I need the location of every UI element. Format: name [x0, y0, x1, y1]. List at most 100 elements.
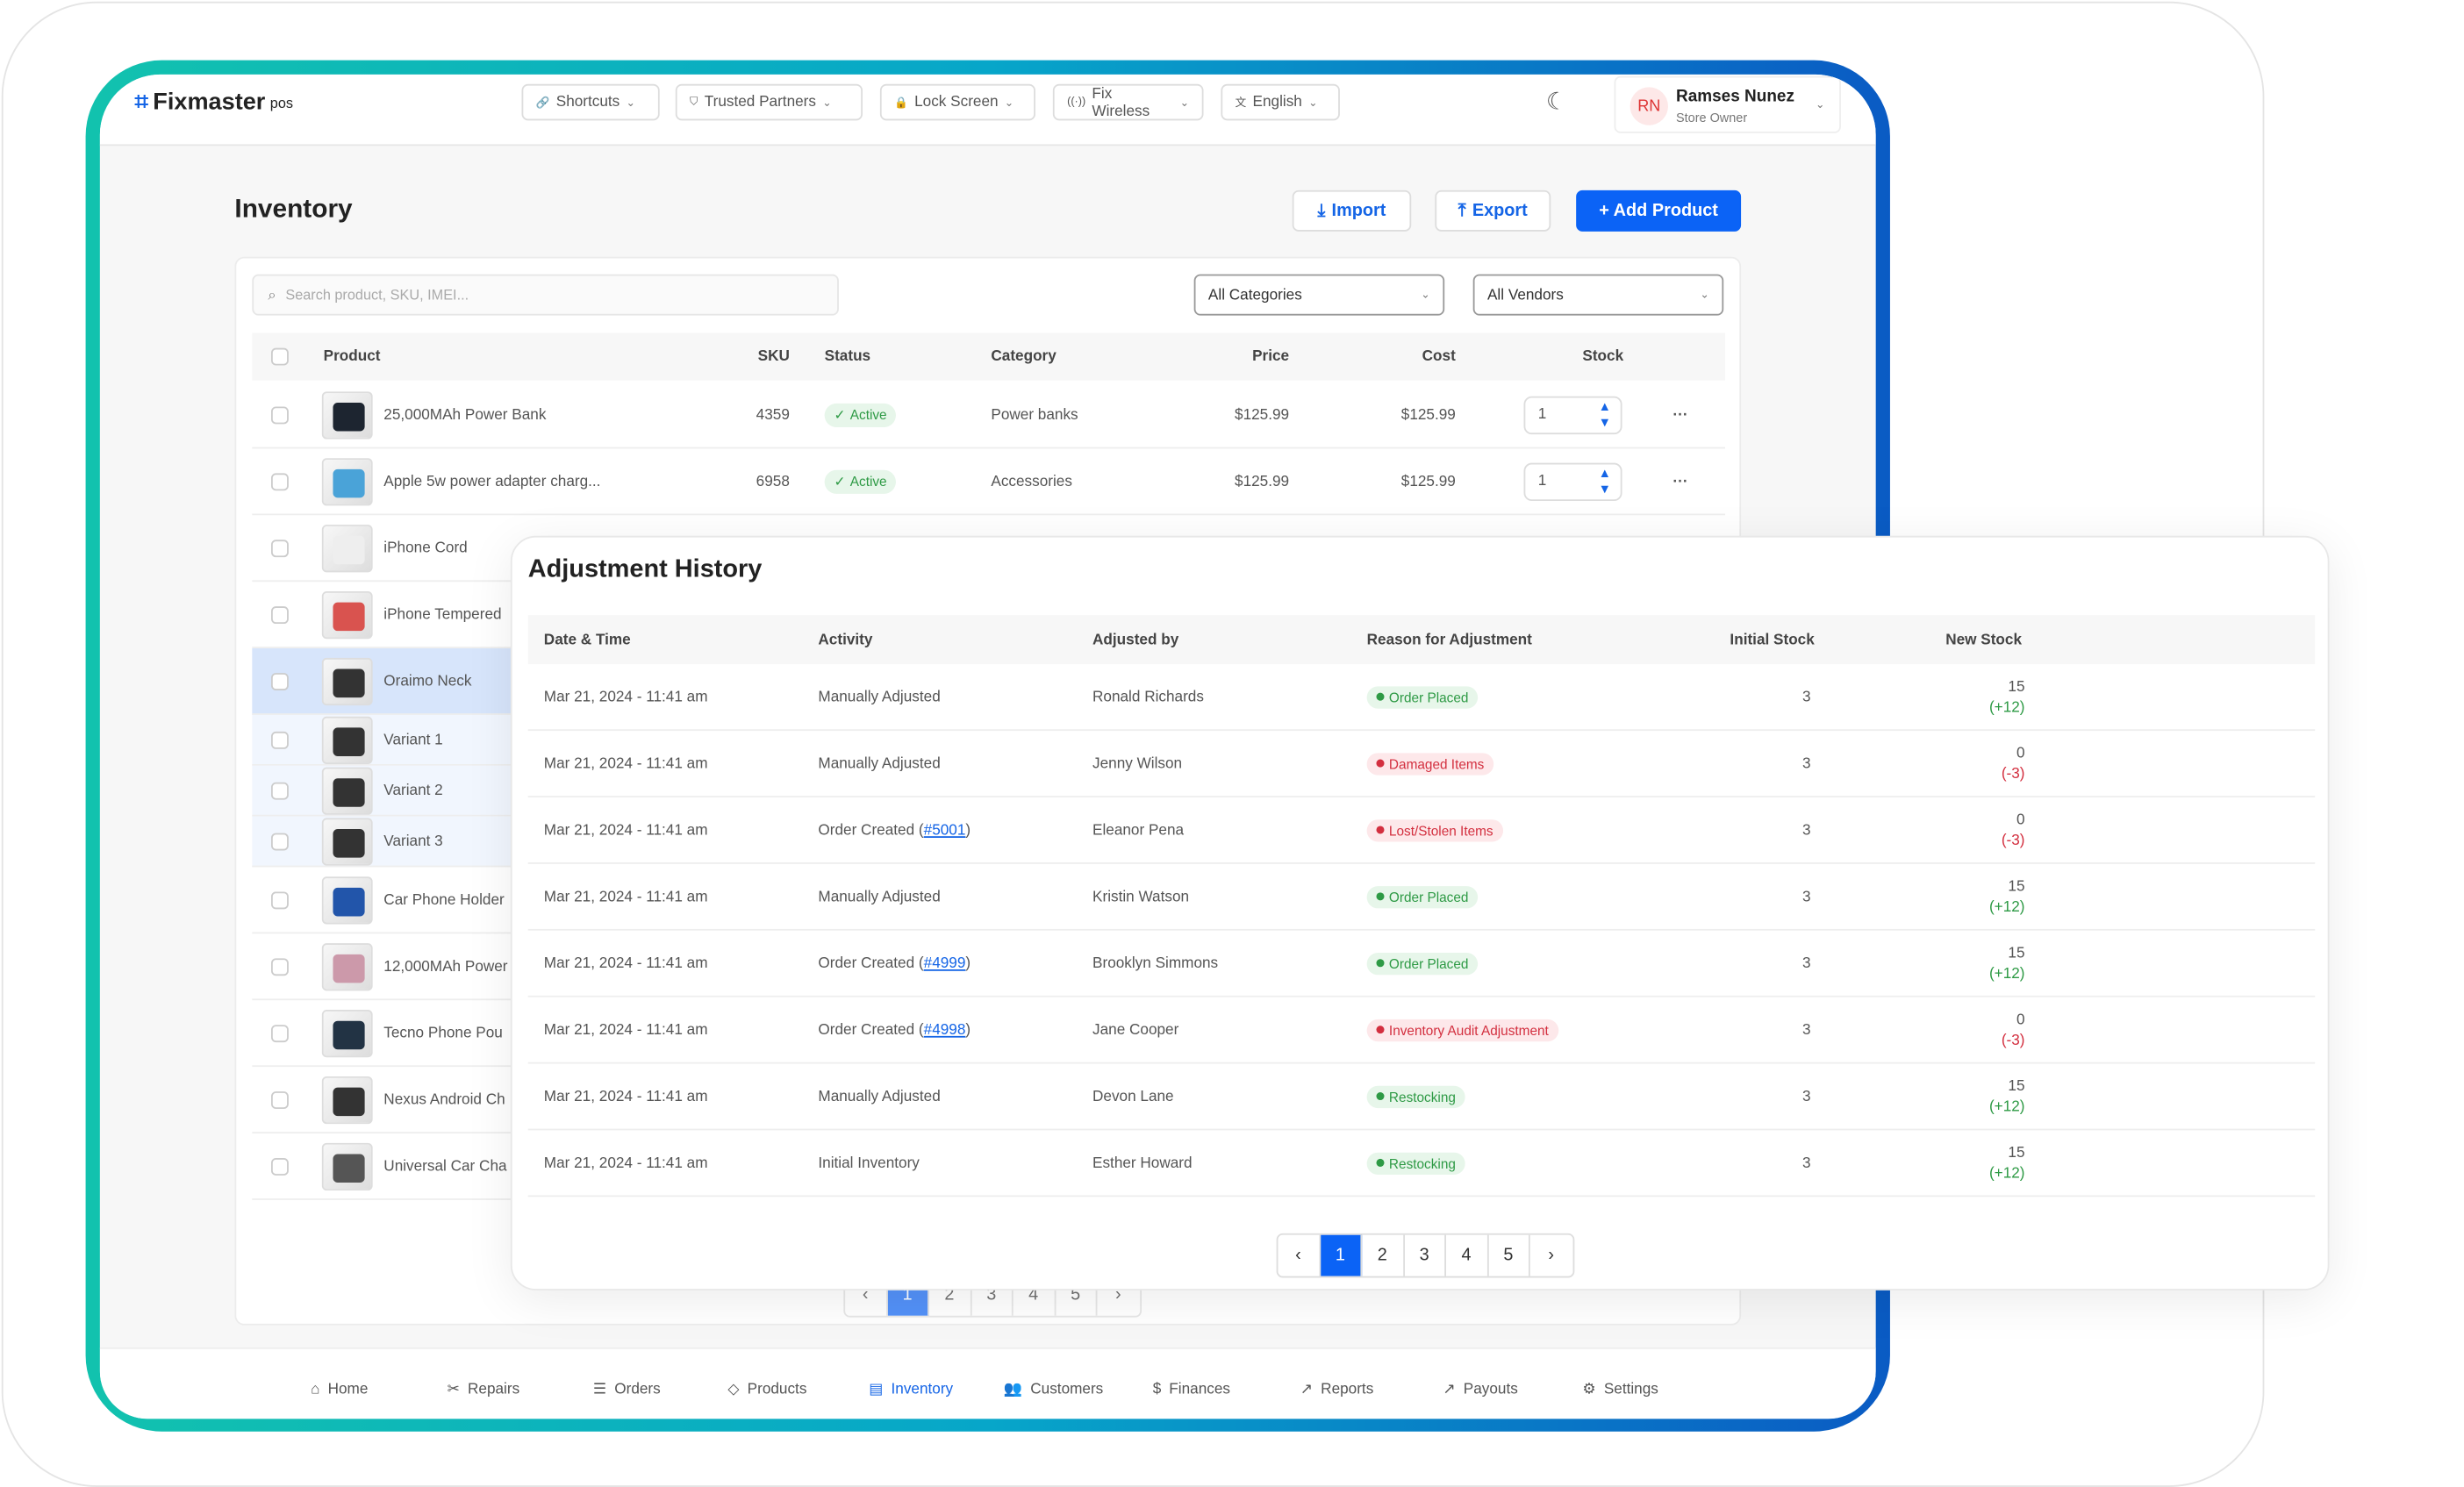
- dark-mode-toggle[interactable]: ☾: [1546, 87, 1567, 116]
- new-stock-value: 15: [2008, 944, 2025, 962]
- product-name[interactable]: 25,000MAh Power Bank: [383, 406, 546, 424]
- row-checkbox[interactable]: [270, 405, 289, 424]
- page-3-button[interactable]: 3: [1404, 1234, 1446, 1276]
- page-5-button[interactable]: 5: [1488, 1234, 1530, 1276]
- product-image: [333, 887, 365, 916]
- page-1-button[interactable]: 1: [1320, 1234, 1363, 1276]
- row-checkbox[interactable]: [270, 672, 289, 690]
- product-name[interactable]: Apple 5w power adapter charg...: [383, 472, 600, 490]
- product-image: [333, 1019, 365, 1049]
- search-input[interactable]: ⌕ Search product, SKU, IMEI...: [252, 274, 839, 316]
- chevron-down-icon: ⌄: [1816, 99, 1825, 111]
- product-image: [333, 953, 365, 983]
- order-link[interactable]: #4998: [924, 1021, 966, 1039]
- product-name[interactable]: Nexus Android Ch: [383, 1090, 505, 1108]
- paren: ): [965, 821, 971, 839]
- status-dot-icon: [1376, 1026, 1385, 1034]
- header-menu-lock-screen[interactable]: 🔒 Lock Screen ⌄: [879, 83, 1035, 121]
- product-name[interactable]: Car Phone Holder: [383, 891, 504, 909]
- product-name[interactable]: 12,000MAh Power: [383, 957, 507, 975]
- product-thumbnail: [321, 457, 373, 505]
- vendor-select[interactable]: All Vendors ⌄: [1472, 274, 1724, 316]
- nav-label: Payouts: [1463, 1380, 1518, 1398]
- product-name[interactable]: iPhone Cord: [383, 539, 467, 556]
- row-checkbox[interactable]: [270, 1024, 289, 1042]
- row-checkbox[interactable]: [270, 890, 289, 909]
- product-name[interactable]: Variant 1: [383, 731, 442, 748]
- nav-finances[interactable]: $ Finances: [1153, 1381, 1230, 1398]
- product-name[interactable]: Variant 2: [383, 782, 442, 799]
- table-row[interactable]: Apple 5w power adapter charg... 6958 ✓ Acti…: [252, 448, 1726, 516]
- header-menu-english[interactable]: 文 English ⌄: [1221, 83, 1340, 121]
- product-name[interactable]: Oraimo Neck: [383, 672, 471, 690]
- nav-home[interactable]: ⌂ Home: [311, 1381, 368, 1398]
- product-name[interactable]: Universal Car Cha: [383, 1157, 506, 1175]
- nav-customers[interactable]: 👥 Customers: [1004, 1381, 1103, 1398]
- add-product-button[interactable]: + Add Product: [1576, 189, 1742, 232]
- paren: (: [914, 1020, 924, 1039]
- col-date: Date & Time: [543, 631, 631, 649]
- row-checkbox[interactable]: [270, 832, 289, 850]
- product-thumbnail: [321, 390, 373, 439]
- more-options-icon[interactable]: ···: [1673, 406, 1687, 424]
- export-button[interactable]: ⤒ Export: [1435, 189, 1551, 232]
- nav-orders[interactable]: ☰ Orders: [593, 1381, 661, 1398]
- row-checkbox[interactable]: [270, 605, 289, 624]
- row-checkbox[interactable]: [270, 781, 289, 799]
- row-checkbox[interactable]: [270, 472, 289, 490]
- logo[interactable]: ⌗ Fixmaster pos: [135, 89, 293, 116]
- row-checkbox[interactable]: [270, 1090, 289, 1109]
- product-name[interactable]: iPhone Tempered: [383, 605, 501, 623]
- category-select[interactable]: All Categories ⌄: [1193, 274, 1445, 316]
- initial-stock: 3: [1802, 688, 1811, 706]
- col-price: Price: [1252, 347, 1290, 366]
- activity: Order Created (#4998): [818, 1021, 971, 1039]
- order-link[interactable]: #5001: [924, 821, 966, 839]
- activity: Manually Adjusted: [818, 1088, 940, 1105]
- nav-settings[interactable]: ⚙ Settings: [1582, 1381, 1658, 1398]
- import-button[interactable]: ⤓ Import: [1292, 189, 1412, 232]
- row-checkbox[interactable]: [270, 957, 289, 976]
- header-menu-shortcuts[interactable]: 🔗 Shortcuts ⌄: [521, 83, 660, 121]
- activity-label: Initial Inventory: [818, 1154, 920, 1172]
- table-row[interactable]: 25,000MAh Power Bank 4359 ✓ Active Power ban…: [252, 382, 1726, 449]
- status-dot-icon: [1376, 759, 1385, 768]
- status-dot-icon: [1376, 1158, 1385, 1167]
- product-name[interactable]: Tecno Phone Pou: [383, 1024, 503, 1041]
- stock-delta: (+12): [1988, 1097, 2025, 1116]
- nav-repairs[interactable]: ✂ Repairs: [448, 1381, 520, 1398]
- status-dot-icon: [1376, 826, 1385, 834]
- select-all-checkbox[interactable]: [270, 347, 289, 366]
- reason-badge: Order Placed: [1366, 952, 1479, 975]
- activity: Manually Adjusted: [818, 688, 940, 705]
- product-name[interactable]: Variant 3: [383, 833, 442, 850]
- more-options-icon[interactable]: ···: [1673, 472, 1687, 490]
- col-new-stock: New Stock: [1945, 631, 2023, 649]
- nav-inventory[interactable]: ▤ Inventory: [869, 1381, 953, 1398]
- row-checkbox[interactable]: [270, 1157, 289, 1175]
- menu-label: English: [1252, 93, 1302, 111]
- product-thumbnail: [321, 715, 373, 764]
- stock-stepper[interactable]: 1 ▲ ▼: [1523, 395, 1622, 434]
- new-stock: 15 (+12): [1989, 876, 2025, 917]
- header-menu-fix-wireless[interactable]: ((·)) Fix Wireless ⌄: [1052, 83, 1204, 121]
- nav-products[interactable]: ◇ Products: [727, 1381, 806, 1398]
- product-thumbnail: [321, 766, 373, 814]
- stepper-arrows-icon[interactable]: ▲ ▼: [1599, 398, 1611, 430]
- row-checkbox[interactable]: [270, 731, 289, 748]
- prev-page-button[interactable]: ‹: [1278, 1234, 1321, 1276]
- nav-payouts[interactable]: ↗ Payouts: [1443, 1381, 1517, 1398]
- stock-stepper[interactable]: 1 ▲ ▼: [1523, 461, 1622, 501]
- reason-label: Inventory Audit Adjustment: [1388, 1021, 1549, 1038]
- col-status: Status: [824, 347, 871, 366]
- user-menu[interactable]: RN Ramses Nunez Store Owner ⌄: [1614, 75, 1841, 133]
- order-link[interactable]: #4999: [924, 954, 966, 972]
- nav-reports[interactable]: ↗ Reports: [1300, 1381, 1374, 1398]
- stepper-arrows-icon[interactable]: ▲ ▼: [1599, 465, 1611, 497]
- next-page-button[interactable]: ›: [1530, 1235, 1572, 1276]
- page-2-button[interactable]: 2: [1362, 1234, 1405, 1276]
- header-menu-trusted-partners[interactable]: ⛉ Trusted Partners ⌄: [675, 83, 863, 121]
- page-4-button[interactable]: 4: [1446, 1234, 1488, 1276]
- home-icon: ⌂: [311, 1380, 320, 1398]
- row-checkbox[interactable]: [270, 539, 289, 557]
